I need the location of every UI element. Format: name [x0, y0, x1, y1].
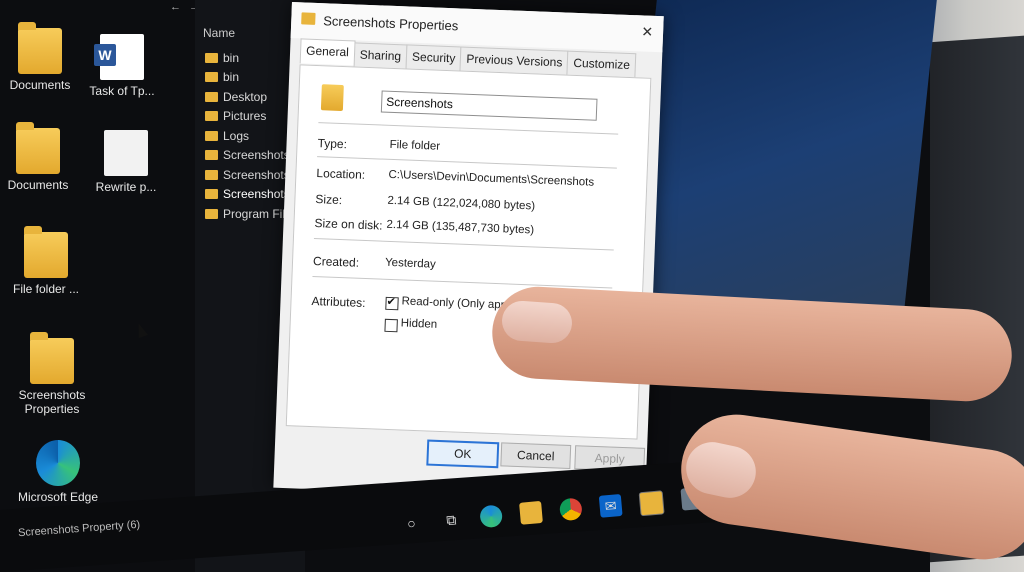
desktop-icon-edge[interactable]: Microsoft Edge	[8, 440, 108, 504]
list-item[interactable]: bin	[205, 48, 298, 68]
folder-icon	[205, 91, 218, 102]
desktop-icon-task[interactable]: Task of Tp...	[72, 34, 172, 98]
list-item-label: Desktop	[223, 89, 268, 104]
tab-general[interactable]: General	[299, 38, 356, 66]
folder-icon	[205, 72, 218, 83]
list-item[interactable]: Pictures	[205, 107, 298, 127]
desktop-icon-rewrite[interactable]: Rewrite p...	[76, 130, 176, 194]
tab-sharing[interactable]: Sharing	[353, 42, 408, 70]
index-finger	[489, 284, 1015, 404]
close-icon[interactable]: ✕	[641, 23, 653, 40]
folder-icon	[205, 111, 218, 122]
list-item-label: Screenshots	[223, 167, 290, 182]
list-item[interactable]: Screenshots	[205, 165, 298, 185]
size-on-disk-value: 2.14 GB (135,487,730 bytes)	[386, 218, 535, 237]
desktop-icon-label: Rewrite p...	[95, 180, 157, 194]
folder-icon	[16, 122, 60, 174]
folder-icon	[24, 226, 68, 278]
pointing-hand	[480, 240, 1024, 572]
folder-icon	[205, 208, 218, 219]
list-item-label: bin	[223, 50, 240, 65]
list-item-label: Screenshots	[223, 187, 290, 202]
document-icon	[104, 130, 148, 176]
created-label: Created:	[312, 254, 360, 270]
dialog-title: Screenshots Properties	[323, 13, 459, 34]
folder-icon	[205, 169, 218, 180]
readonly-checkbox[interactable]	[385, 296, 399, 311]
location-value: C:\Users\Devin\Documents\Screenshots	[388, 168, 595, 189]
list-item-label: bin	[223, 70, 240, 85]
desktop-icon-label: File folder ...	[12, 282, 80, 296]
folder-icon	[205, 150, 218, 161]
folder-icon	[30, 332, 74, 384]
created-value: Yesterday	[384, 256, 436, 271]
desktop-icon-label: Screenshots Properties	[18, 388, 86, 416]
search-icon[interactable]: ○	[400, 511, 424, 535]
tab-security[interactable]: Security	[405, 44, 462, 72]
hidden-checkbox[interactable]	[384, 318, 398, 333]
fingernail	[500, 299, 574, 345]
desktop-icon-label: Documents	[7, 178, 69, 192]
column-header-name[interactable]: Name	[203, 26, 235, 40]
task-view-icon[interactable]: ⧉	[439, 508, 463, 532]
list-item-label: Screenshots	[223, 148, 290, 163]
size-label: Size:	[315, 192, 343, 208]
list-item[interactable]: Screenshots	[205, 146, 298, 166]
size-value: 2.14 GB (122,024,080 bytes)	[387, 194, 536, 213]
list-item-label: Pictures	[223, 109, 267, 124]
folder-icon	[205, 52, 218, 63]
desktop-icon-label: Microsoft Edge	[17, 490, 99, 504]
type-value: File folder	[389, 138, 441, 153]
divider	[318, 122, 619, 135]
type-label: Type:	[317, 136, 348, 152]
folder-icon	[320, 84, 344, 112]
attributes-label: Attributes:	[311, 293, 366, 311]
list-item[interactable]: Desktop	[205, 87, 298, 107]
divider	[317, 156, 617, 169]
edge-icon	[36, 440, 80, 486]
desktop-icon-file-folder[interactable]: File folder ...	[0, 226, 96, 296]
desktop-icon-documents-2[interactable]: Documents	[0, 122, 88, 192]
desktop-icon-screenshots-properties[interactable]: Screenshots Properties	[2, 332, 102, 416]
word-document-icon	[94, 34, 144, 80]
desktop-icon-label: Task of Tp...	[89, 84, 155, 98]
photo-scene: Documents Task of Tp... Documents Rewrit…	[0, 0, 1024, 572]
desktop-icon-label: Documents	[9, 78, 71, 92]
list-item[interactable]: Logs	[205, 126, 298, 146]
desktop: Documents Task of Tp... Documents Rewrit…	[0, 0, 200, 572]
list-item-label: Logs	[223, 128, 250, 143]
hidden-label: Hidden	[400, 317, 438, 331]
folder-icon	[205, 189, 218, 200]
list-item[interactable]: bin	[205, 68, 298, 88]
folder-name-input[interactable]: Screenshots	[380, 90, 598, 121]
folder-icon	[205, 130, 218, 141]
folder-icon	[18, 22, 62, 74]
size-on-disk-label: Size on disk:	[314, 216, 383, 233]
location-label: Location:	[316, 166, 366, 182]
folder-icon	[301, 12, 316, 25]
